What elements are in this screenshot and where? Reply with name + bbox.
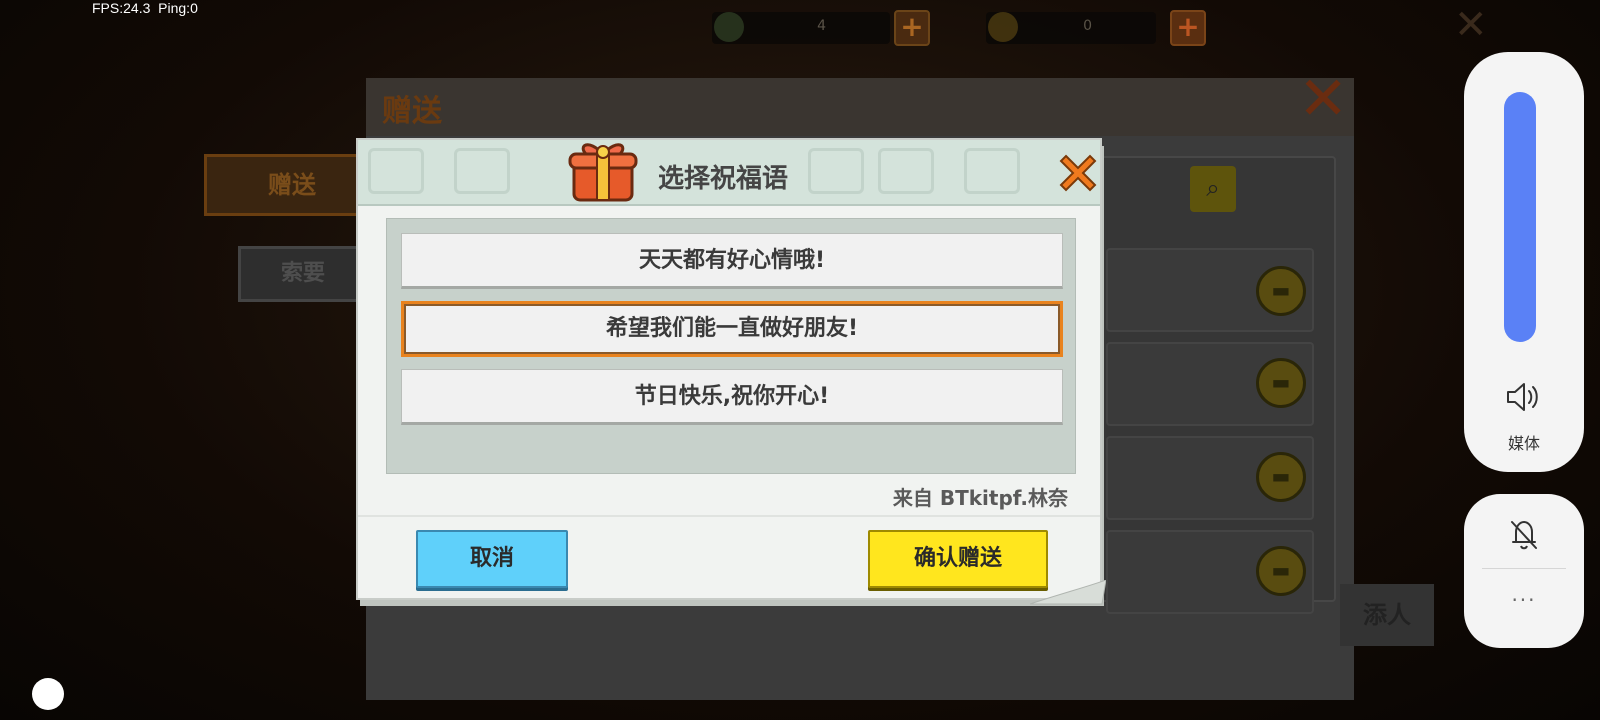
coin-icon <box>988 12 1018 42</box>
header-decoration <box>368 148 424 194</box>
sender-label: 来自 BTkitpf.林奈 <box>892 486 1068 510</box>
panel-close-icon[interactable]: ✕ <box>1298 64 1348 134</box>
bell-off-icon[interactable] <box>1504 514 1544 554</box>
header-decoration <box>808 148 864 194</box>
floating-assist-button[interactable] <box>32 678 64 710</box>
add-friend-button[interactable]: 添人 <box>1340 584 1434 646</box>
gift-icon[interactable]: ▬ <box>1256 358 1306 408</box>
search-icon[interactable]: ⌕ <box>1190 166 1236 212</box>
divider <box>358 515 1100 517</box>
header-decoration <box>878 148 934 194</box>
media-label: 媒体 <box>1507 434 1540 453</box>
currency-bar-2: 0 <box>986 12 1156 44</box>
close-icon[interactable] <box>1058 152 1098 192</box>
ping-value: Ping:0 <box>158 0 198 16</box>
dialog-header: 选择祝福语 <box>358 140 1100 206</box>
blessing-list: 天天都有好心情哦! 希望我们能一直做好朋友! 节日快乐,祝你开心! <box>386 218 1076 474</box>
speaker-icon[interactable] <box>1502 377 1542 417</box>
header-decoration <box>964 148 1020 194</box>
blessing-option[interactable]: 节日快乐,祝你开心! <box>401 369 1063 425</box>
header-decoration <box>454 148 510 194</box>
currency-value: 0 <box>1083 18 1092 34</box>
gift-icon[interactable]: ▬ <box>1256 546 1306 596</box>
blessing-option[interactable]: 天天都有好心情哦! <box>401 233 1063 289</box>
gift-box-icon <box>568 143 638 202</box>
gift-icon[interactable]: ▬ <box>1256 266 1306 316</box>
currency-value: 4 <box>817 18 826 34</box>
add-coins-button[interactable]: + <box>1170 10 1206 46</box>
game-screen: FPS:24.3 Ping:0 4 + 0 + ✕ 赠送 ✕ 赠送 索要 ⌕ ▬… <box>0 0 1600 720</box>
gift-panel-title: 赠送 <box>382 94 442 129</box>
tab-send[interactable]: 赠送 <box>204 154 380 216</box>
close-icon[interactable]: ✕ <box>1454 2 1488 48</box>
fps-value: FPS:24.3 <box>92 0 151 16</box>
cancel-button[interactable]: 取消 <box>416 530 568 588</box>
currency-bar-1: 4 <box>712 12 890 44</box>
gem-icon <box>714 12 744 42</box>
volume-panel: 媒体 <box>1464 52 1584 472</box>
tab-request[interactable]: 索要 <box>238 246 368 302</box>
more-options-icon[interactable]: ··· <box>1464 588 1584 612</box>
add-gems-button[interactable]: + <box>894 10 930 46</box>
volume-slider[interactable] <box>1504 92 1536 342</box>
ringer-panel: ··· <box>1464 494 1584 648</box>
confirm-send-button[interactable]: 确认赠送 <box>868 530 1048 588</box>
dialog-title: 选择祝福语 <box>658 164 789 194</box>
gift-icon[interactable]: ▬ <box>1256 452 1306 502</box>
page-curl <box>1030 580 1106 605</box>
blessing-option-selected[interactable]: 希望我们能一直做好朋友! <box>401 301 1063 357</box>
blessing-dialog: 选择祝福语 天天都有好心情哦! 希望我们能一直做好朋友! 节日快乐,祝你开心! … <box>356 138 1102 600</box>
gift-panel-header <box>366 78 1354 136</box>
divider <box>1482 568 1566 569</box>
fps-readout: FPS:24.3 Ping:0 <box>92 0 198 16</box>
